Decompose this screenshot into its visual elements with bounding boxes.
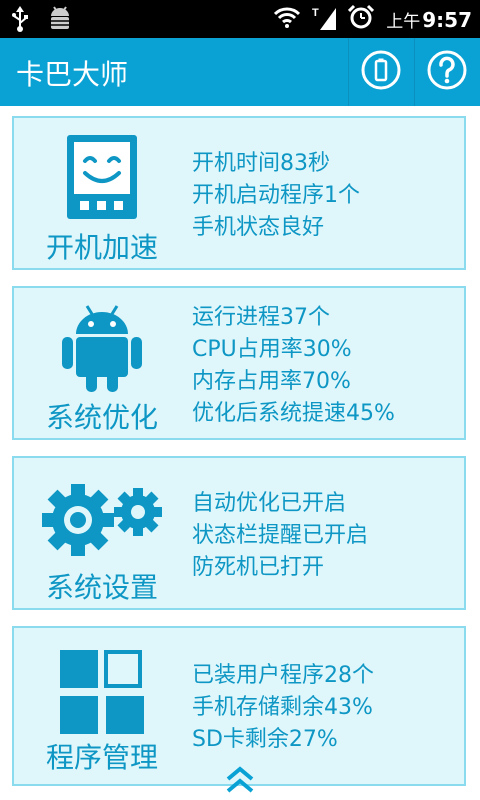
clock-time: 9:57 xyxy=(422,7,472,32)
card-detail-line: 状态栏提醒已开启 xyxy=(192,523,369,548)
clock: 上午 9:57 xyxy=(386,7,472,32)
card-detail-line: 开机启动程序1个 xyxy=(192,183,360,208)
card-detail-line: SD卡剩余27% xyxy=(192,727,338,752)
clock-ampm: 上午 xyxy=(386,11,421,32)
card-details: 已装用户程序28个 手机存储剩余43% SD卡剩余27% xyxy=(192,660,374,756)
app-title: 卡巴大师 xyxy=(16,58,129,91)
android-debug-icon xyxy=(48,6,72,36)
card-detail-line: CPU占用率30% xyxy=(192,337,352,362)
card-details: 自动优化已开启 状态栏提醒已开启 防死机已打开 xyxy=(192,488,368,584)
signal-icon: T xyxy=(312,4,337,34)
help-button[interactable] xyxy=(414,38,479,106)
card-details: 开机时间83秒 开机启动程序1个 手机状态良好 xyxy=(192,148,360,244)
card-title: 系统优化 xyxy=(45,401,158,434)
card-title: 系统设置 xyxy=(45,571,158,604)
card-boot-speedup[interactable]: 开机加速 开机时间83秒 开机启动程序1个 手机状态良好 xyxy=(12,116,466,270)
battery-button[interactable] xyxy=(348,38,413,106)
card-detail-line: 手机存储剩余43% xyxy=(192,695,373,720)
card-detail-line: 已装用户程序28个 xyxy=(192,663,374,688)
card-detail-line: 内存占用率70% xyxy=(192,369,351,394)
card-title: 程序管理 xyxy=(45,741,158,774)
usb-icon xyxy=(10,6,30,36)
android-icon xyxy=(52,302,152,394)
status-bar: T 上午 9:57 xyxy=(0,0,480,38)
card-title: 开机加速 xyxy=(45,231,158,264)
card-detail-line: 开机时间83秒 xyxy=(192,151,330,176)
double-chevron-up-icon xyxy=(224,766,256,799)
card-detail-line: 手机状态良好 xyxy=(192,215,325,240)
card-system-settings[interactable]: 系统设置 自动优化已开启 状态栏提醒已开启 防死机已打开 xyxy=(12,456,466,610)
card-detail-line: 自动优化已开启 xyxy=(192,491,347,516)
card-detail-line: 运行进程37个 xyxy=(192,305,330,330)
card-app-manager[interactable]: 程序管理 已装用户程序28个 手机存储剩余43% SD卡剩余27% xyxy=(12,626,466,786)
card-detail-line: 防死机已打开 xyxy=(192,555,325,580)
help-icon xyxy=(427,50,467,94)
wifi-icon xyxy=(274,6,301,32)
gears-icon xyxy=(40,472,164,564)
battery-icon xyxy=(361,50,401,94)
card-system-optimize[interactable]: 系统优化 运行进程37个 CPU占用率30% 内存占用率70% 优化后系统提速4… xyxy=(12,286,466,440)
title-bar: 卡巴大师 xyxy=(0,38,480,106)
svg-text:T: T xyxy=(312,7,319,19)
card-details: 运行进程37个 CPU占用率30% 内存占用率70% 优化后系统提速45% xyxy=(192,302,395,430)
alarm-icon xyxy=(348,4,375,34)
phone-smile-icon xyxy=(52,132,152,224)
card-detail-line: 优化后系统提速45% xyxy=(192,401,395,426)
expand-up-button[interactable] xyxy=(224,765,256,795)
app-grid-icon xyxy=(52,646,152,738)
